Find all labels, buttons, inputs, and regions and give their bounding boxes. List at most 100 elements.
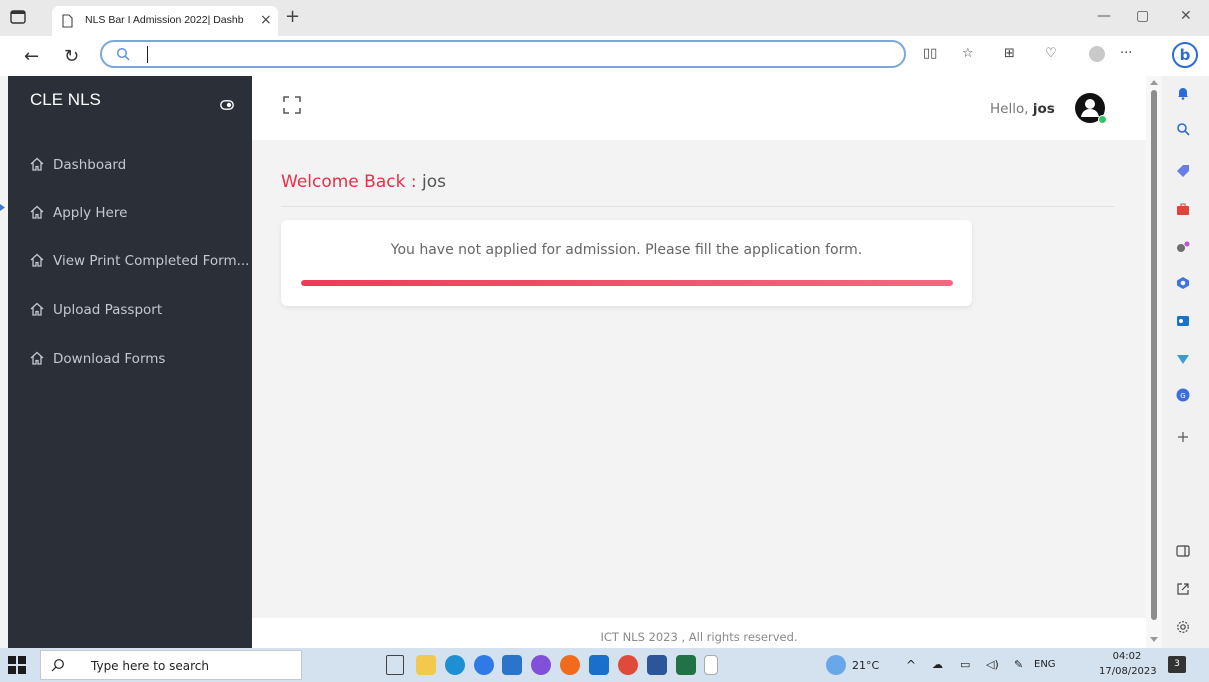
word-icon[interactable] <box>647 655 667 675</box>
profile-avatar[interactable] <box>1089 46 1105 62</box>
clock-time[interactable]: 04:02 <box>1107 651 1147 662</box>
copilot-icon[interactable] <box>474 655 494 675</box>
sidebar-item-upload-passport[interactable]: Upload Passport <box>30 302 252 318</box>
notification-bell-icon[interactable] <box>1176 86 1190 100</box>
scroll-up-arrow-icon[interactable] <box>1150 80 1158 85</box>
volume-icon[interactable]: ◁) <box>986 658 999 671</box>
system-tray-chevron-icon[interactable]: ^ <box>906 658 916 672</box>
footer-text: ICT NLS 2023 , All rights reserved. <box>600 630 798 644</box>
notification-center-badge[interactable]: 3 <box>1168 656 1186 673</box>
microsoft-365-icon[interactable] <box>1176 276 1190 290</box>
windows-taskbar: Type here to search 21°C ^ ☁ ▭ ◁) ✎ ENG … <box>0 648 1209 682</box>
store-icon[interactable] <box>502 655 522 675</box>
drop-send-icon[interactable] <box>1176 352 1190 366</box>
edge-browser-icon[interactable] <box>445 655 465 675</box>
collections-icon[interactable]: ⊞ <box>1004 46 1015 61</box>
start-windows-icon[interactable] <box>8 656 26 674</box>
search-icon <box>51 659 64 672</box>
sidebar-item-label: Dashboard <box>53 157 127 173</box>
main-content <box>252 76 1146 648</box>
vertical-scrollbar[interactable] <box>1146 76 1162 648</box>
browser-tab-strip: NLS Bar I Admission 2022| Dashb × + — ▢ … <box>0 0 1209 36</box>
games-icon[interactable] <box>1176 240 1190 254</box>
brand-title: CLE NLS <box>30 90 101 109</box>
notice-message: You have not applied for admission. Plea… <box>390 242 863 258</box>
overflow-chevron-icon[interactable] <box>704 655 718 675</box>
address-input[interactable] <box>100 40 906 68</box>
firefox-icon[interactable] <box>560 655 580 675</box>
weather-cloud-icon[interactable] <box>826 655 846 675</box>
sidebar-item-label: View Print Completed Form... <box>53 253 250 269</box>
svg-text:G: G <box>1180 392 1185 400</box>
search-icon <box>116 47 130 61</box>
home-icon <box>30 351 44 365</box>
refresh-icon[interactable]: ↻ <box>64 46 79 67</box>
open-external-icon[interactable] <box>1176 582 1190 596</box>
outlook-icon[interactable] <box>1176 314 1190 328</box>
sidebar-toggle-icon[interactable] <box>220 100 234 110</box>
home-icon <box>30 157 44 171</box>
file-explorer-icon[interactable] <box>416 655 436 675</box>
chrome-icon[interactable] <box>618 655 638 675</box>
sidebar-pointer-marker <box>0 204 5 211</box>
browser-tab[interactable]: NLS Bar I Admission 2022| Dashb × <box>52 6 278 36</box>
new-tab-button[interactable]: + <box>285 6 300 27</box>
bing-chat-button[interactable]: b <box>1172 42 1198 68</box>
language-indicator[interactable]: ENG <box>1034 659 1056 670</box>
divider <box>281 206 1115 207</box>
browser-essentials-icon[interactable]: ♡ <box>1045 46 1057 61</box>
network-icon[interactable]: ▭ <box>960 658 970 671</box>
user-avatar[interactable] <box>1075 93 1107 124</box>
search-placeholder: Type here to search <box>91 659 209 673</box>
address-bar-row: ← ↻ ▯▯ ☆ ⊞ ♡ ··· b <box>0 36 1209 76</box>
fullscreen-icon[interactable] <box>283 96 301 114</box>
home-icon <box>30 302 44 316</box>
mail-icon[interactable] <box>589 655 609 675</box>
teams-icon[interactable] <box>531 655 551 675</box>
username: jos <box>1032 101 1055 117</box>
home-icon <box>30 205 44 219</box>
settings-gear-icon[interactable] <box>1176 620 1190 634</box>
page-icon <box>62 14 73 28</box>
notice-card: You have not applied for admission. Plea… <box>281 220 972 306</box>
progress-bar-fill <box>301 280 953 286</box>
welcome-username: jos <box>421 172 446 192</box>
online-status-dot <box>1098 115 1107 124</box>
google-icon[interactable]: G <box>1176 388 1190 402</box>
shopping-tag-icon[interactable] <box>1176 164 1190 178</box>
maximize-button[interactable]: ▢ <box>1136 8 1149 24</box>
taskbar-search-input[interactable]: Type here to search <box>40 650 302 680</box>
more-menu-button[interactable]: ··· <box>1120 46 1132 61</box>
favorites-icon[interactable]: ☆ <box>962 46 974 61</box>
sidebar-item-label: Upload Passport <box>53 302 163 318</box>
progress-bar <box>301 280 953 286</box>
sidebar-item-view-print-completed-form[interactable]: View Print Completed Form... <box>30 253 252 269</box>
tab-close-button[interactable]: × <box>260 12 272 28</box>
edge-sidebar: G <box>1162 76 1209 648</box>
back-arrow-icon[interactable]: ← <box>24 46 39 67</box>
minimize-button[interactable]: — <box>1097 8 1111 24</box>
task-view-icon[interactable] <box>386 655 404 675</box>
clock-date[interactable]: 17/08/2023 <box>1099 666 1157 677</box>
close-window-button[interactable]: ✕ <box>1180 8 1192 24</box>
sidebar-item-apply-here[interactable]: Apply Here <box>30 205 252 221</box>
excel-icon[interactable] <box>676 655 696 675</box>
sidebar-layout-icon[interactable] <box>1176 544 1190 558</box>
scroll-down-arrow-icon[interactable] <box>1150 637 1158 642</box>
onedrive-cloud-icon[interactable]: ☁ <box>932 658 943 671</box>
scrollbar-thumb[interactable] <box>1151 90 1157 620</box>
weather-temperature[interactable]: 21°C <box>852 659 879 672</box>
sidebar-item-download-forms[interactable]: Download Forms <box>30 351 252 367</box>
reading-view-icon[interactable]: ▯▯ <box>923 46 937 61</box>
tools-briefcase-icon[interactable] <box>1176 202 1190 216</box>
sidebar-item-label: Apply Here <box>53 205 128 221</box>
tab-actions-icon[interactable] <box>10 10 26 24</box>
pen-icon[interactable]: ✎ <box>1014 658 1023 671</box>
welcome-heading: Welcome Back : jos <box>281 172 446 192</box>
sidebar-item-dashboard[interactable]: Dashboard <box>30 157 252 173</box>
search-icon[interactable] <box>1176 122 1190 136</box>
add-icon[interactable] <box>1176 430 1190 444</box>
tab-title: NLS Bar I Admission 2022| Dashb <box>85 14 244 26</box>
user-greeting: Hello, jos <box>990 101 1055 117</box>
page-footer: ICT NLS 2023 , All rights reserved. <box>252 618 1146 648</box>
